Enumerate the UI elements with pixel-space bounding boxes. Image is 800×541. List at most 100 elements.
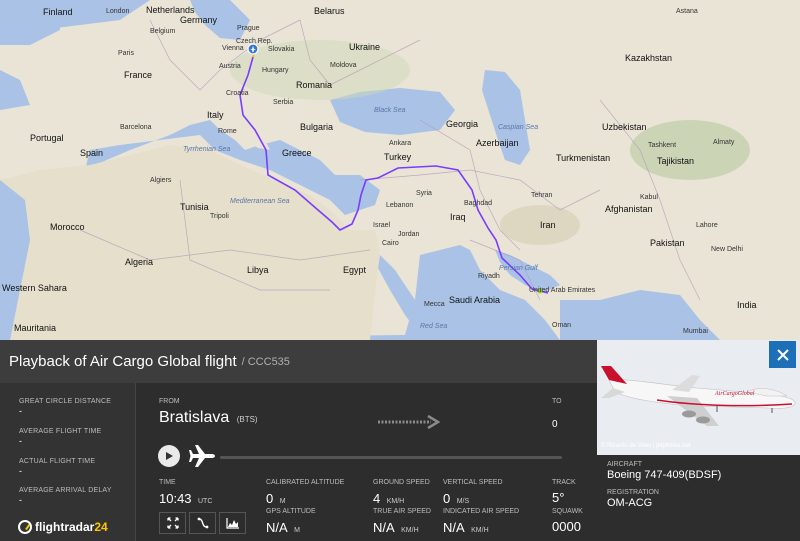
playback-timeline[interactable] xyxy=(220,456,562,459)
map-label-city: Vienna xyxy=(222,45,244,52)
map-label-country: Morocco xyxy=(50,222,85,232)
origin: Bratislava (BTS) xyxy=(159,409,258,427)
indicated-air-speed-unit: KM/H xyxy=(471,527,489,534)
play-button[interactable] xyxy=(158,445,180,467)
chart-button[interactable] xyxy=(219,512,246,534)
map-label-country: Turkey xyxy=(384,152,412,162)
map-label-country: Romania xyxy=(296,80,333,90)
map-label-country: Bulgaria xyxy=(300,122,334,132)
vertical-speed: 0 M/S xyxy=(443,490,469,508)
gps-altitude-label: GPS ALTITUDE xyxy=(266,508,316,515)
time-unit: UTC xyxy=(198,498,213,505)
stat-label: AVERAGE FLIGHT TIME xyxy=(19,428,102,435)
map-label-city: Riyadh xyxy=(478,273,500,280)
map-label-city: Astana xyxy=(676,8,698,15)
gps-altitude-unit: M xyxy=(294,527,300,534)
map-label-country: Israel xyxy=(373,222,391,229)
playback-title: Playback of Air Cargo Global flight xyxy=(9,353,237,370)
fit-map-button[interactable] xyxy=(159,512,186,534)
map-label-country: Saudi Arabia xyxy=(449,295,501,305)
map-label-city: Tripoli xyxy=(210,213,229,220)
logo-text: flightradar24 xyxy=(35,520,108,534)
time: 10:43 UTC xyxy=(159,490,212,508)
map-label-country: Belgium xyxy=(150,28,176,35)
calibrated-altitude-value: 0 xyxy=(266,491,274,506)
map-label-country: Greece xyxy=(282,148,312,158)
close-button[interactable] xyxy=(769,341,796,368)
route-button[interactable] xyxy=(189,512,216,534)
map-label-sea: Red Sea xyxy=(420,323,448,330)
map-label-sea: Persian Gulf xyxy=(499,265,538,272)
map-label-country: India xyxy=(737,300,757,310)
registration-label: REGISTRATION xyxy=(607,489,659,496)
map-label-city: Algiers xyxy=(150,177,172,184)
map-label-country: France xyxy=(124,70,153,80)
map-label-country: Serbia xyxy=(273,99,294,106)
ground-speed: 4 KM/H xyxy=(373,490,404,508)
squawk-label: SQUAWK xyxy=(552,508,583,515)
aircraft-marker xyxy=(247,43,259,55)
logo-main: flightradar xyxy=(35,520,95,534)
squawk-value: 0000 xyxy=(552,519,581,534)
map-label-city: Barcelona xyxy=(120,124,152,131)
map-label-country: Hungary xyxy=(262,67,289,74)
photo-credit: © Ricardo de Vries | jetphotos.net xyxy=(601,443,691,449)
vertical-speed-unit: M/S xyxy=(456,498,470,505)
stat-label: ACTUAL FLIGHT TIME xyxy=(19,458,96,465)
stat-great-circle-distance: GREAT CIRCLE DISTANCE - xyxy=(19,398,111,416)
stat-average-arrival-delay: AVERAGE ARRIVAL DELAY - xyxy=(19,487,112,505)
arrow-right-icon xyxy=(378,414,441,430)
indicated-air-speed: N/A KM/H xyxy=(443,519,489,537)
track-value: 5° xyxy=(552,490,565,505)
origin-code: (BTS) xyxy=(236,415,258,424)
map-label-country: Tunisia xyxy=(180,202,209,212)
map-label-country: Kazakhstan xyxy=(625,53,673,63)
map-label-country: Oman xyxy=(552,322,572,329)
flight-detail-panel: FROM Bratislava (BTS) TO 0 TIME 10:43 UT… xyxy=(135,383,597,541)
map-label-sea: Mediterranean Sea xyxy=(230,198,290,205)
route-icon xyxy=(197,517,208,529)
flight-map[interactable]: Finland Germany Netherlands Belarus Fran… xyxy=(0,0,800,340)
to-label: TO xyxy=(552,398,562,405)
map-label-city: Prague xyxy=(237,25,260,32)
map-label-country: Jordan xyxy=(398,231,420,238)
livery-text: AirCargoGlobal xyxy=(714,391,755,397)
map-label-country: Syria xyxy=(416,190,432,197)
stat-value: - xyxy=(19,406,22,416)
time-value: 10:43 xyxy=(159,491,192,506)
gps-altitude-value: N/A xyxy=(266,520,288,535)
track-label: TRACK xyxy=(552,479,576,486)
map-label-city: Ankara xyxy=(389,140,412,147)
play-icon xyxy=(166,452,173,460)
true-air-speed-label: TRUE AIR SPEED xyxy=(373,508,431,515)
map-label-country: Belarus xyxy=(314,6,345,16)
flightradar24-logo[interactable]: flightradar24 xyxy=(18,520,108,534)
flight-stats-panel: GREAT CIRCLE DISTANCE - AVERAGE FLIGHT T… xyxy=(0,383,135,541)
map-label-country: Afghanistan xyxy=(605,204,653,214)
origin-city: Bratislava xyxy=(159,409,230,426)
map-label-country: Italy xyxy=(207,110,224,120)
gps-altitude: N/A M xyxy=(266,519,300,537)
map-label-country: Turkmenistan xyxy=(556,153,611,163)
vertical-speed-value: 0 xyxy=(443,491,451,506)
map-label-city: Lahore xyxy=(696,222,718,229)
map-label-country: United Arab Emirates xyxy=(529,287,596,294)
map-label-country: Moldova xyxy=(330,62,357,69)
aircraft-label: AIRCRAFT xyxy=(607,461,642,468)
calibrated-altitude-unit: M xyxy=(279,498,286,505)
true-air-speed-value: N/A xyxy=(373,520,395,535)
map-label-country: Croatia xyxy=(226,90,249,97)
calibrated-altitude-label: CALIBRATED ALTITUDE xyxy=(266,479,345,486)
map-label-country: Germany xyxy=(180,15,218,25)
indicated-air-speed-label: INDICATED AIR SPEED xyxy=(443,508,520,515)
map-label-country: Netherlands xyxy=(146,5,195,15)
map-label-sea: Caspian Sea xyxy=(498,124,539,131)
map-label-country: Algeria xyxy=(125,257,154,267)
stat-actual-flight-time: ACTUAL FLIGHT TIME - xyxy=(19,458,95,476)
aircraft-type: Boeing 747-409(BDSF) xyxy=(607,469,722,481)
indicated-air-speed-value: N/A xyxy=(443,520,465,535)
map-label-country: Portugal xyxy=(30,133,64,143)
close-icon xyxy=(776,348,789,361)
map-label-city: Tashkent xyxy=(648,142,677,149)
aircraft-panel: AirCargoGlobal © Ricardo de Vries | jetp… xyxy=(597,340,800,541)
